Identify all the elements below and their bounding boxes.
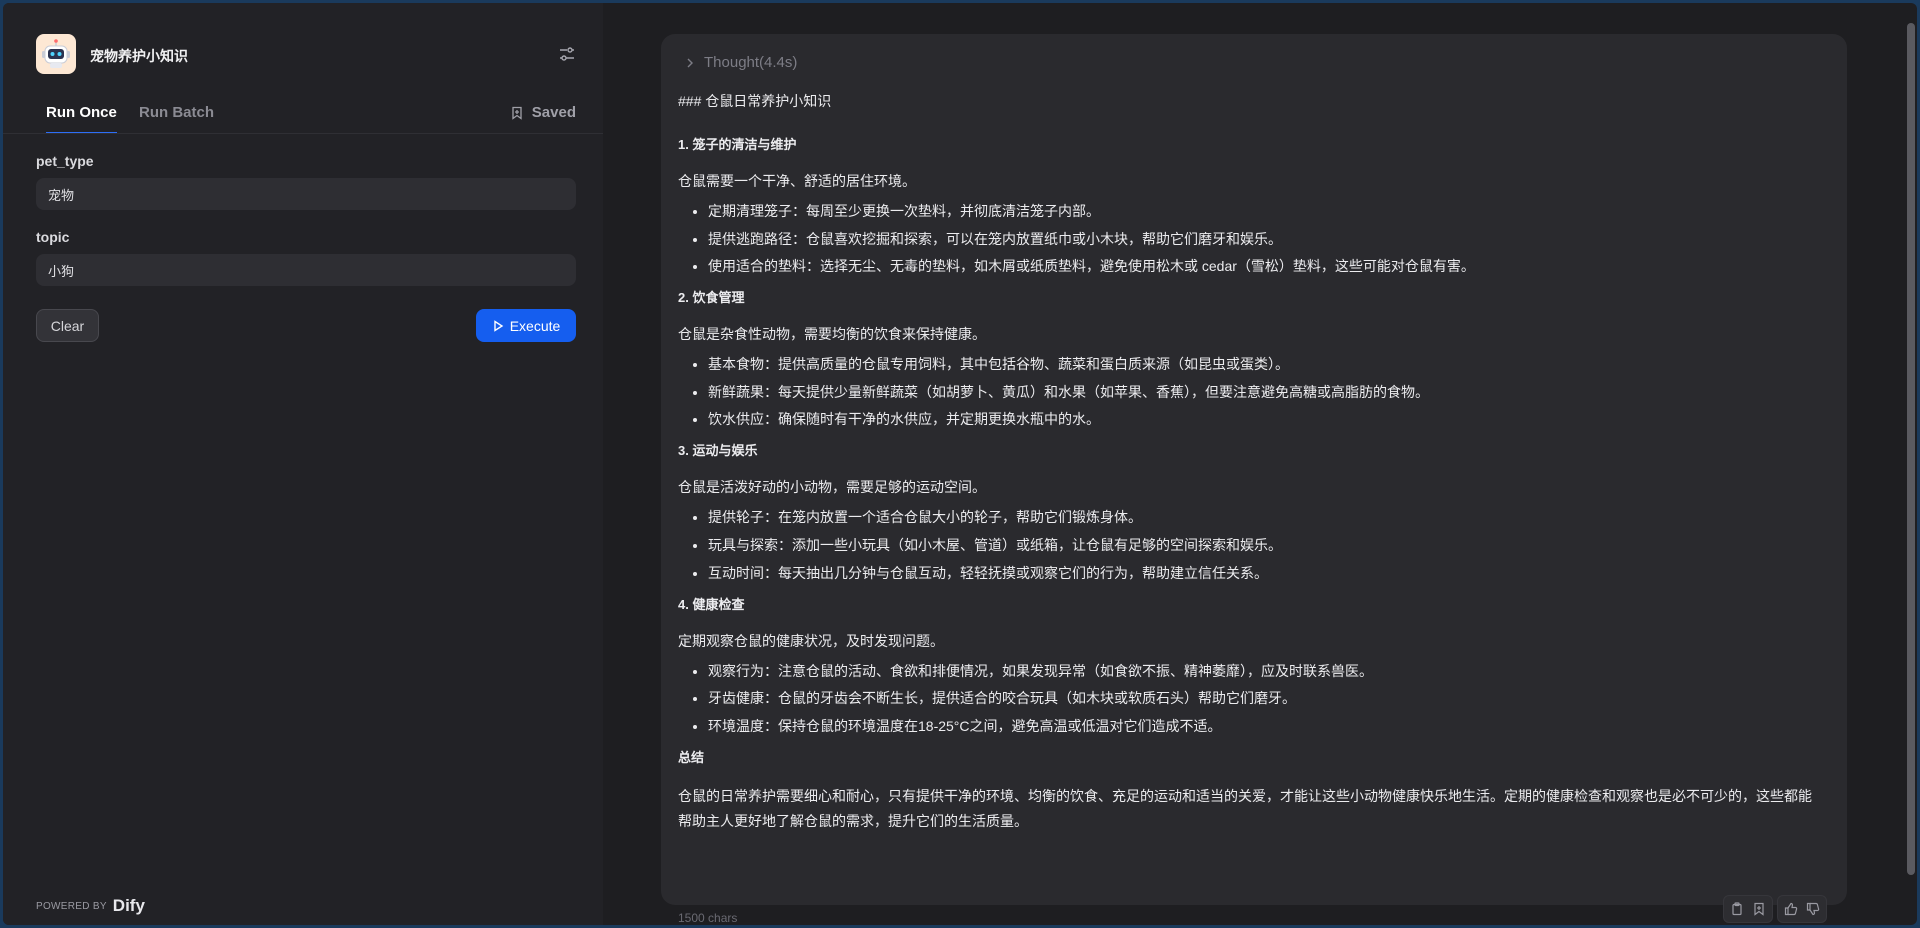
result-actions [1723,895,1827,923]
list-item: 观察行为：注意仓鼠的活动、食欲和排便情况，如果发现异常（如食欲不振、精神萎靡），… [708,661,1818,681]
powered-by-text: POWERED BY [36,900,107,912]
section-intro: 仓鼠是杂食性动物，需要均衡的饮食来保持健康。 [678,326,986,343]
pet-type-input[interactable] [36,178,576,210]
section-list: 定期清理笼子：每周至少更换一次垫料，并彻底清洁笼子内部。提供逃跑路径：仓鼠喜欢挖… [678,201,1818,276]
result-heading: ### 仓鼠日常养护小知识 [678,93,832,109]
result-section: 1. 笼子的清洁与维护仓鼠需要一个干净、舒适的居住环境。定期清理笼子：每周至少更… [678,135,1818,276]
list-item: 新鲜蔬果：每天提供少量新鲜蔬菜（如胡萝卜、黄瓜）和水果（如苹果、香蕉），但要注意… [708,382,1818,402]
section-title: 3. 运动与娱乐 [678,443,758,459]
powered-by: POWERED BY Dify [36,896,145,916]
app-window: 宠物养护小知识 Run Once Run Batch Saved pet_typ… [3,3,1917,925]
list-item: 定期清理笼子：每周至少更换一次垫料，并彻底清洁笼子内部。 [708,201,1818,221]
run-mode-tabs: Run Once Run Batch Saved [36,98,576,134]
clear-button[interactable]: Clear [36,309,99,342]
tab-run-batch[interactable]: Run Batch [139,104,214,134]
list-item: 互动时间：每天抽出几分钟与仓鼠互动，轻轻抚摸或观察它们的行为，帮助建立信任关系。 [708,563,1818,583]
saved-label: Saved [531,104,576,121]
settings-sliders-icon[interactable] [558,45,576,63]
list-item: 提供轮子：在笼内放置一个适合仓鼠大小的轮子，帮助它们锻炼身体。 [708,507,1818,527]
scrollbar[interactable] [1907,23,1915,875]
summary-title: 总结 [678,749,705,765]
result-content: ### 仓鼠日常养护小知识 1. 笼子的清洁与维护仓鼠需要一个干净、舒适的居住环… [678,91,1818,844]
list-item: 使用适合的垫料：选择无尘、无毒的垫料，如木屑或纸质垫料，避免使用松木或 ceda… [708,256,1818,276]
list-item: 牙齿健康：仓鼠的牙齿会不断生长，提供适合的咬合玩具（如木块或软质石头）帮助它们磨… [708,688,1818,708]
robot-icon [36,34,76,74]
topic-input[interactable] [36,254,576,286]
result-section: 2. 饮食管理仓鼠是杂食性动物，需要均衡的饮食来保持健康。基本食物：提供高质量的… [678,288,1818,429]
thumbs-up-icon[interactable] [1784,902,1798,916]
result-section: 4. 健康检查定期观察仓鼠的健康状况，及时发现问题。观察行为：注意仓鼠的活动、食… [678,595,1818,736]
execute-button[interactable]: Execute [476,309,576,342]
feedback-group [1777,895,1827,923]
thought-label: Thought(4.4s) [704,54,798,71]
thought-toggle[interactable]: Thought(4.4s) [686,54,797,71]
tab-run-once[interactable]: Run Once [46,104,117,134]
section-intro: 定期观察仓鼠的健康状况，及时发现问题。 [678,632,944,649]
list-item: 玩具与探索：添加一些小玩具（如小木屋、管道）或纸箱，让仓鼠有足够的空间探索和娱乐… [708,535,1818,555]
chevron-right-icon [687,58,693,67]
section-title: 4. 健康检查 [678,596,745,612]
saved-button[interactable]: Saved [510,104,576,121]
pet-type-label: pet_type [36,153,94,169]
char-count: 1500 chars [678,911,738,925]
result-card: Thought(4.4s) ### 仓鼠日常养护小知识 1. 笼子的清洁与维护仓… [661,34,1847,905]
section-list: 观察行为：注意仓鼠的活动、食欲和排便情况，如果发现异常（如食欲不振、精神萎靡），… [678,661,1818,736]
execute-label: Execute [509,317,561,334]
list-item: 环境温度：保持仓鼠的环境温度在18-25°C之间，避免高温或低温对它们造成不适。 [708,716,1818,736]
thumbs-down-icon[interactable] [1806,902,1820,916]
list-item: 基本食物：提供高质量的仓鼠专用饲料，其中包括谷物、蔬菜和蛋白质来源（如昆虫或蛋类… [708,354,1818,374]
result-sections: 1. 笼子的清洁与维护仓鼠需要一个干净、舒适的居住环境。定期清理笼子：每周至少更… [678,135,1818,736]
section-title: 1. 笼子的清洁与维护 [678,137,797,152]
section-list: 基本食物：提供高质量的仓鼠专用饲料，其中包括谷物、蔬菜和蛋白质来源（如昆虫或蛋类… [678,354,1818,429]
result-section: 3. 运动与娱乐仓鼠是活泼好动的小动物，需要足够的运动空间。提供轮子：在笼内放置… [678,441,1818,582]
summary-text: 仓鼠的日常养护需要细心和耐心，只有提供干净的环境、均衡的饮食、充足的运动和适当的… [678,787,1812,829]
list-item: 饮水供应：确保随时有干净的水供应，并定期更换水瓶中的水。 [708,409,1818,429]
section-list: 提供轮子：在笼内放置一个适合仓鼠大小的轮子，帮助它们锻炼身体。玩具与探索：添加一… [678,507,1818,582]
bookmark-add-icon[interactable] [1752,902,1766,916]
tabs-divider [3,133,603,134]
section-intro: 仓鼠需要一个干净、舒适的居住环境。 [678,173,916,189]
bookmark-icon [512,106,522,120]
section-intro: 仓鼠是活泼好动的小动物，需要足够的运动空间。 [678,479,986,496]
play-icon [494,319,503,332]
section-title: 2. 饮食管理 [678,290,745,306]
app-header: 宠物养护小知识 [36,34,576,74]
dify-logo: Dify [112,896,145,915]
copy-save-group [1723,895,1773,923]
copy-icon[interactable] [1730,902,1744,916]
input-panel: 宠物养护小知识 Run Once Run Batch Saved pet_typ… [3,3,603,925]
list-item: 提供逃跑路径：仓鼠喜欢挖掘和探索，可以在笼内放置纸巾或小木块，帮助它们磨牙和娱乐… [708,229,1818,249]
topic-label: topic [36,229,70,245]
app-title: 宠物养护小知识 [90,48,188,64]
